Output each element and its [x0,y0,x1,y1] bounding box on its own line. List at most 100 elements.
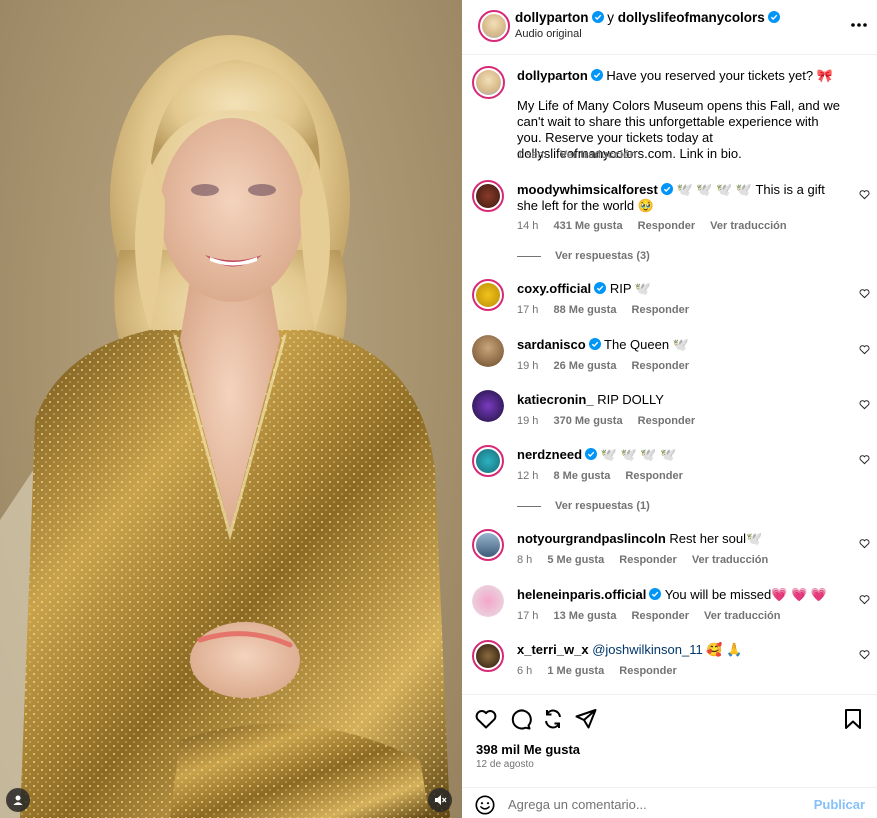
view-replies-button[interactable]: Ver respuestas (3) [517,250,650,262]
comment-reply[interactable]: Responder [619,665,676,677]
comment-likes[interactable]: 5 Me gusta [547,554,604,566]
comment-username[interactable]: sardanisco [517,337,586,352]
comment-item: heleneinparis.official You will be misse… [472,585,872,635]
verified-icon [594,282,607,294]
comment-username[interactable]: notyourgrandpaslincoln [517,531,666,546]
verified-icon [649,588,662,600]
comment-likes[interactable]: 13 Me gusta [553,610,616,622]
comment-username[interactable]: coxy.official [517,281,591,296]
comment-likes[interactable]: 370 Me gusta [553,415,622,427]
heart-icon[interactable] [474,707,498,731]
comment-icon[interactable] [508,707,532,731]
comment-reply[interactable]: Responder [619,554,676,566]
comment-item: katiecronin_ RIP DOLLY 19 h 370 Me gusta… [472,390,872,440]
heart-icon[interactable] [859,399,870,410]
comment-time[interactable]: 8 h [517,554,532,566]
verified-icon [585,448,598,460]
heart-icon[interactable] [859,344,870,355]
comment-input[interactable] [508,795,808,813]
heart-icon[interactable] [859,649,870,660]
heart-icon[interactable] [859,594,870,605]
comment-time[interactable]: 19 h [517,415,538,427]
comment-username[interactable]: x_terri_w_x [517,642,589,657]
comment-mention[interactable]: @joshwilkinson_11 [592,642,703,657]
publish-button[interactable]: Publicar [814,797,865,812]
heart-icon[interactable] [859,538,870,549]
send-icon[interactable] [574,707,598,731]
comment-reply[interactable]: Responder [638,415,695,427]
verified-icon [660,183,673,195]
like-count[interactable]: 398 mil Me gusta [476,742,580,757]
view-replies-button[interactable]: Ver respuestas (1) [517,500,650,512]
comment-meta: 8 h 5 Me gusta Responder Ver traducción [517,554,780,566]
comment-item: coxy.official RIP 🕊️ 17 h 88 Me gusta Re… [472,279,872,329]
comment-time[interactable]: 14 h [517,220,538,232]
caption-avatar[interactable] [472,66,505,99]
comment-username[interactable]: moodywhimsicalforest [517,182,658,197]
comment-text-line: heleneinparis.official You will be misse… [517,587,847,603]
comment-username[interactable]: nerdzneed [517,447,582,462]
caption-username[interactable]: dollyparton [517,68,588,83]
comment-avatar[interactable] [472,640,504,672]
comment-reply[interactable]: Responder [632,304,689,316]
comment-time[interactable]: 19 h [517,360,538,372]
comment-reply[interactable]: Responder [632,360,689,372]
comment-item: nerdzneed 🕊️ 🕊️ 🕊️ 🕊️ 12 h 8 Me gusta Re… [472,445,872,495]
comment-text-line: x_terri_w_x @joshwilkinson_11 🥰 🙏 [517,642,847,658]
save-icon[interactable] [841,707,865,731]
post-header: dollyparton y dollyslifeofmanycolors Aud… [462,0,877,55]
post-date[interactable]: 12 de agosto [476,759,534,770]
comment-avatar[interactable] [472,445,504,477]
comment-text: You will be missed💗 💗 💗 [664,587,827,602]
comment-reply[interactable]: Responder [638,220,695,232]
heart-icon[interactable] [859,189,870,200]
comment-avatar[interactable] [472,529,504,561]
verified-icon [590,69,603,81]
comment-composer: Publicar [462,787,877,818]
heart-icon[interactable] [859,454,870,465]
comment-translate[interactable]: Ver traducción [704,610,780,622]
comment-avatar[interactable] [472,180,504,212]
comment-meta: 19 h 26 Me gusta Responder [517,360,701,372]
comment-text-line: sardanisco The Queen 🕊️ [517,337,847,353]
comment-translate[interactable]: Ver traducción [692,554,768,566]
comment-translate[interactable]: Ver traducción [710,220,786,232]
comment-avatar[interactable] [472,585,504,617]
comment-item: x_terri_w_x @joshwilkinson_11 🥰 🙏 6 h 1 … [472,640,872,690]
comment-username[interactable]: heleneinparis.official [517,587,646,602]
comment-likes[interactable]: 26 Me gusta [553,360,616,372]
comment-avatar[interactable] [472,279,504,311]
comment-username[interactable]: katiecronin_ [517,392,594,407]
share-icon[interactable] [541,707,565,731]
author-avatar[interactable] [478,10,510,42]
heart-icon[interactable] [859,288,870,299]
comment-avatar[interactable] [472,335,504,367]
comment-text: The Queen 🕊️ [604,337,689,352]
comment-reply[interactable]: Responder [632,610,689,622]
mute-icon[interactable] [428,788,452,812]
comment-likes[interactable]: 88 Me gusta [553,304,616,316]
comment-time[interactable]: 12 h [517,470,538,482]
comment-likes[interactable]: 431 Me gusta [553,220,622,232]
comment-time[interactable]: 6 h [517,665,532,677]
tag-icon[interactable] [6,788,30,812]
verified-icon [588,338,601,350]
comment-item: sardanisco The Queen 🕊️ 19 h 26 Me gusta… [472,335,872,385]
comment-time[interactable]: 17 h [517,610,538,622]
collaborator-link[interactable]: dollyslifeofmanycolors [618,10,765,25]
audio-link[interactable]: Audio original [515,28,582,40]
comment-time[interactable]: 17 h [517,304,538,316]
caption-time[interactable]: 1 sem [517,149,547,161]
comment-item: moodywhimsicalforest 🕊️ 🕊️ 🕊️ 🕊️ This is… [472,180,872,232]
post-panel: dollyparton y dollyslifeofmanycolors Aud… [462,0,877,818]
emoji-icon[interactable] [474,794,496,816]
caption-translate[interactable]: Ver traducción [560,149,636,161]
author-link[interactable]: dollyparton [515,10,589,25]
caption-meta: 1 sem Ver traducción [517,149,646,161]
comment-likes[interactable]: 8 Me gusta [553,470,610,482]
comment-avatar[interactable] [472,390,504,422]
comment-reply[interactable]: Responder [625,470,682,482]
comment-likes[interactable]: 1 Me gusta [547,665,604,677]
post-media[interactable] [0,0,462,818]
more-icon[interactable] [851,15,867,39]
